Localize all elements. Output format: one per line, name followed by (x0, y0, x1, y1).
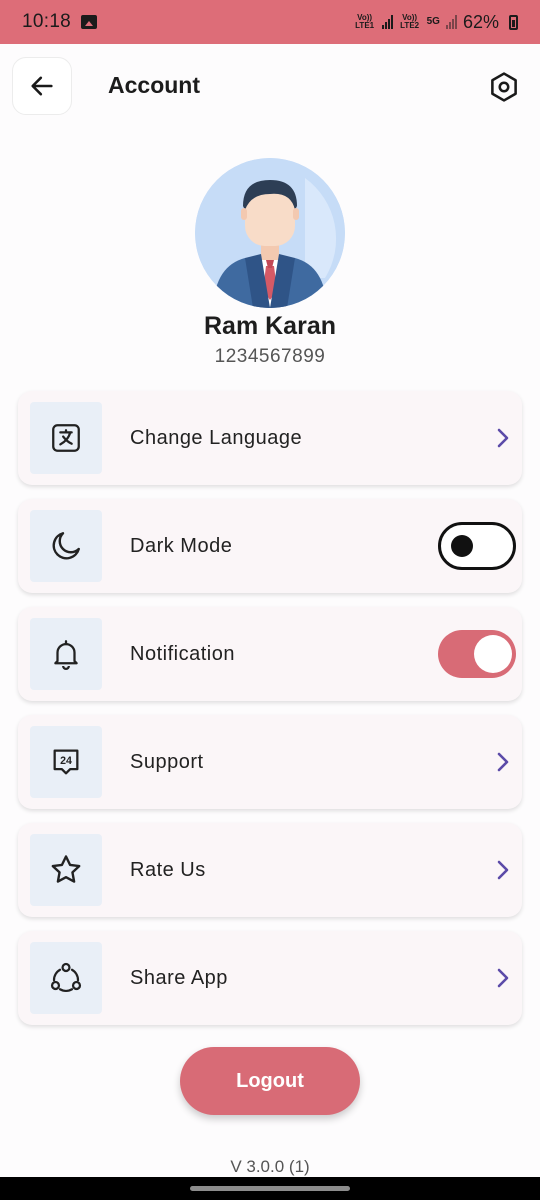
logout-button[interactable]: Logout (180, 1047, 360, 1115)
translate-icon (52, 424, 80, 452)
support-24-icon: 24 (53, 749, 79, 775)
status-indicators: Vo)) LTE1 Vo)) LTE2 5G 62% (354, 12, 518, 33)
menu-label: Rate Us (130, 858, 206, 881)
menu-item-support[interactable]: 24 Support (18, 715, 522, 809)
menu-label: Dark Mode (130, 534, 233, 557)
status-time: 10:18 (22, 11, 72, 32)
settings-button[interactable] (484, 67, 524, 107)
menu-label: Notification (130, 642, 235, 665)
menu-icon-box: 24 (30, 726, 102, 798)
arrow-left-icon (31, 76, 53, 96)
menu-item-notification: Notification (18, 607, 522, 701)
signal-icon (445, 15, 457, 29)
network-type: 5G (426, 16, 440, 27)
user-name: Ram Karan (204, 312, 336, 340)
menu-label: Change Language (130, 426, 303, 449)
gallery-icon (81, 15, 98, 29)
toggle-knob (451, 535, 473, 557)
battery-percent: 62% (462, 11, 499, 32)
moon-icon (52, 532, 80, 560)
menu-icon-box (30, 834, 102, 906)
menu-item-change-language[interactable]: Change Language (18, 391, 522, 485)
share-icon (50, 962, 82, 992)
avatar-illustration (195, 158, 345, 308)
gesture-handle[interactable] (190, 1186, 350, 1191)
menu-label: Support (130, 750, 204, 773)
menu-label: Share App (130, 966, 228, 989)
bell-icon (54, 640, 78, 670)
chevron-right-icon (497, 428, 509, 448)
system-nav-bar (0, 1177, 540, 1200)
signal-icon (381, 15, 393, 29)
sim1-label: Vo)) LTE1 (355, 13, 375, 30)
menu-icon-box (30, 618, 102, 690)
app-version: V 3.0.0 (1) (230, 1157, 310, 1176)
menu-icon-box (30, 942, 102, 1014)
back-button[interactable] (12, 57, 72, 115)
user-phone: 1234567899 (214, 346, 326, 367)
account-screen: 10:18 Vo)) LTE1 Vo)) LTE2 5G 62% Account (0, 0, 540, 1200)
hexagon-settings-icon (491, 72, 517, 102)
menu-item-rate-us[interactable]: Rate Us (18, 823, 522, 917)
menu-icon-box (30, 510, 102, 582)
avatar (195, 158, 345, 308)
dark-mode-toggle[interactable] (438, 522, 516, 570)
star-icon (51, 855, 81, 883)
status-bar: 10:18 Vo)) LTE1 Vo)) LTE2 5G 62% (0, 0, 540, 44)
svg-text:24: 24 (60, 755, 72, 767)
chevron-right-icon (497, 968, 509, 988)
page-title: Account (108, 72, 200, 98)
toggle-knob (474, 635, 512, 673)
chevron-right-icon (497, 860, 509, 880)
menu-icon-box (30, 402, 102, 474)
battery-icon (509, 14, 518, 30)
menu-item-dark-mode: Dark Mode (18, 499, 522, 593)
menu-item-share-app[interactable]: Share App (18, 931, 522, 1025)
chevron-right-icon (497, 752, 509, 772)
notification-toggle[interactable] (438, 630, 516, 678)
sim2-label: Vo)) LTE2 (400, 13, 420, 30)
